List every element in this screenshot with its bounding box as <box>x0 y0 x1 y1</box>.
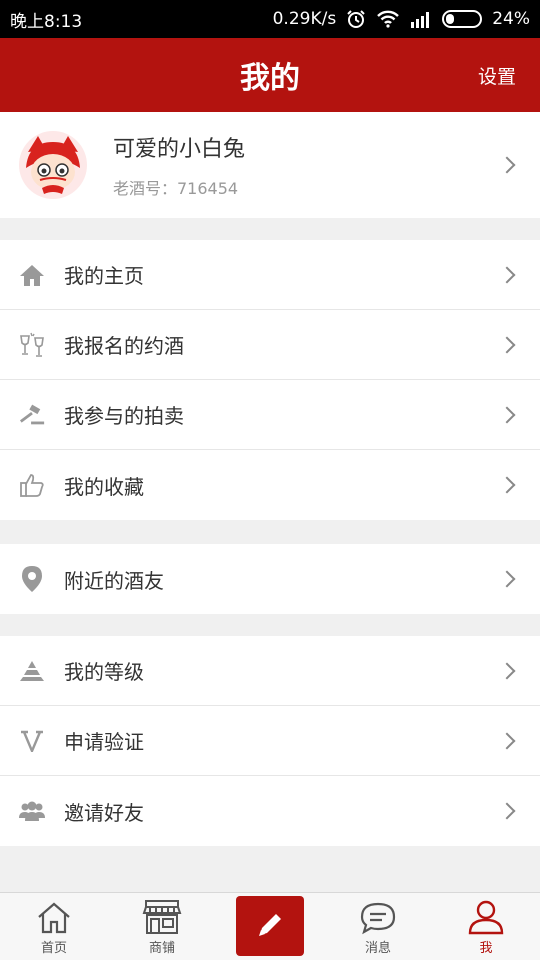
menu-label-home: 我的主页 <box>64 264 144 288</box>
menu-label-invite: 邀请好友 <box>64 800 144 825</box>
tab-label-me: 我 <box>479 941 493 956</box>
menu-item-invite[interactable]: 邀请好友 <box>0 776 540 846</box>
menu-item-signup[interactable]: 我报名的约酒 <box>0 310 540 380</box>
chevron-right-icon <box>498 476 516 494</box>
tab-home[interactable]: 首页 <box>0 893 108 960</box>
tab-label-home: 首页 <box>40 941 67 956</box>
menu-item-favorites[interactable]: 我的收藏 <box>0 450 540 520</box>
verify-v-icon <box>18 727 46 755</box>
compose-button[interactable] <box>236 895 304 956</box>
chevron-right-icon <box>498 570 516 588</box>
home-icon <box>18 261 46 289</box>
menu-item-level[interactable]: 我的等级 <box>0 636 540 706</box>
storefront-icon <box>142 900 182 934</box>
menu-item-auction[interactable]: 我参与的拍卖 <box>0 380 540 450</box>
tab-compose[interactable] <box>216 893 324 960</box>
chat-bubble-icon <box>360 902 396 935</box>
menu-label-favorites: 我的收藏 <box>64 474 144 499</box>
network-speed: 0.29K/s <box>272 9 337 29</box>
battery-percent: 24% <box>492 9 530 29</box>
status-bar: 晚上8:13 0.29K/s 24% <box>0 0 540 38</box>
auction-gavel-icon <box>18 401 46 429</box>
profile-id: 老酒号：716454 <box>113 179 239 198</box>
tab-shop[interactable]: 商铺 <box>108 893 216 960</box>
menu-label-auction: 我参与的拍卖 <box>64 404 184 428</box>
menu-group-social: 附近的酒友 <box>0 544 540 614</box>
chevron-right-icon <box>498 406 516 423</box>
cartoon-fox-avatar-icon <box>19 131 87 199</box>
battery-icon <box>442 10 483 28</box>
pencil-icon <box>259 913 281 936</box>
profile-name: 可爱的小白兔 <box>113 137 246 162</box>
tab-messages[interactable]: 消息 <box>324 893 432 960</box>
menu-group-account: 我的等级 申请验证 邀请好友 <box>0 636 540 846</box>
avatar <box>18 130 88 200</box>
location-pin-icon <box>18 565 46 593</box>
bottom-tab-bar: 首页 商铺 消息 我 <box>0 892 540 960</box>
alarm-icon <box>347 10 365 28</box>
chevron-right-icon <box>498 732 516 749</box>
profile-card[interactable]: 可爱的小白兔 老酒号：716454 <box>0 112 540 218</box>
chevron-right-icon <box>498 266 516 283</box>
wine-glasses-icon <box>18 331 46 359</box>
menu-group-activities: 我的主页 我报名的约酒 我参与的拍卖 我的收藏 <box>0 240 540 520</box>
status-time: 晚上8:13 <box>10 11 83 32</box>
menu-item-nearby[interactable]: 附近的酒友 <box>0 544 540 614</box>
menu-item-verify[interactable]: 申请验证 <box>0 706 540 776</box>
group-users-icon <box>18 797 46 825</box>
menu-item-home[interactable]: 我的主页 <box>0 240 540 310</box>
chevron-right-icon <box>498 156 516 174</box>
wifi-icon <box>377 10 400 28</box>
menu-label-signup: 我报名的约酒 <box>64 334 184 358</box>
chevron-right-icon <box>498 336 516 353</box>
user-profile-icon <box>468 900 504 935</box>
settings-button[interactable]: 设置 <box>478 62 516 89</box>
menu-label-nearby: 附近的酒友 <box>64 568 164 593</box>
thumbs-up-icon <box>18 471 46 499</box>
tab-me[interactable]: 我 <box>432 893 540 960</box>
chevron-right-icon <box>498 802 516 820</box>
tab-label-shop: 商铺 <box>148 941 175 956</box>
home-outline-icon <box>38 902 70 934</box>
app-header: 我的 设置 <box>0 38 540 112</box>
signal-icon <box>411 12 430 28</box>
tab-label-messages: 消息 <box>364 941 391 956</box>
menu-label-verify: 申请验证 <box>64 730 144 754</box>
pyramid-level-icon <box>18 657 46 685</box>
menu-label-level: 我的等级 <box>64 660 144 684</box>
page-title: 我的 <box>240 61 300 96</box>
chevron-right-icon <box>498 662 516 679</box>
